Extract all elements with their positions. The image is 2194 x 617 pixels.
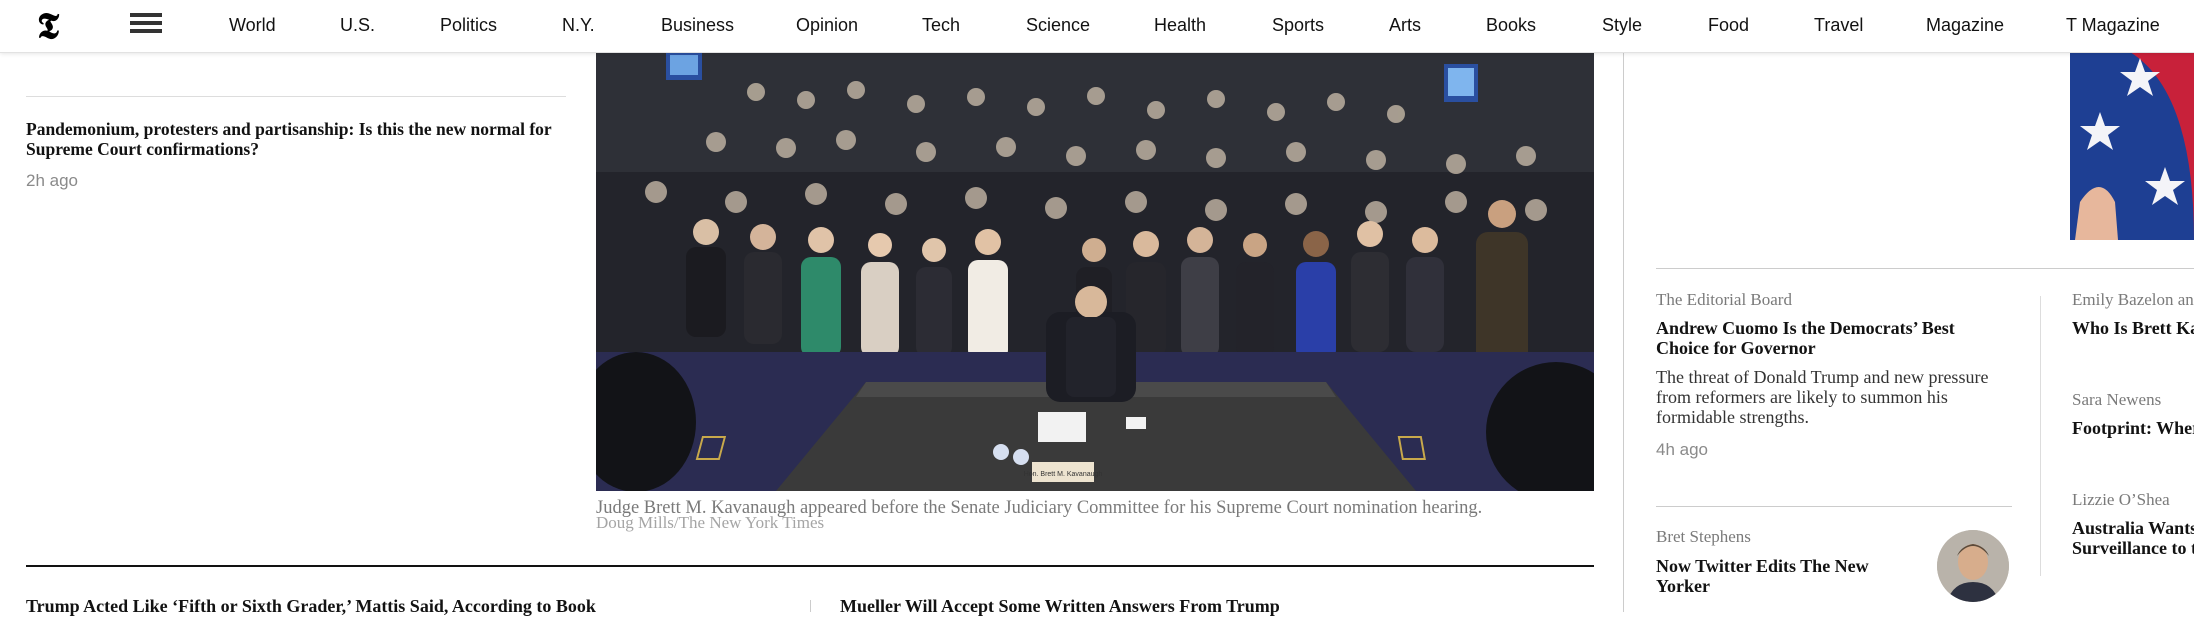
hamburger-menu-icon[interactable]	[130, 13, 162, 37]
nav-item-magazine[interactable]: Magazine	[1926, 13, 2004, 37]
nav-item-sports[interactable]: Sports	[1272, 13, 1324, 37]
opinion-headline-line2[interactable]: Surveillance to t	[2072, 538, 2194, 558]
nav-item-arts[interactable]: Arts	[1389, 13, 1421, 37]
nav-item-style[interactable]: Style	[1602, 13, 1642, 37]
opinion-timestamp: 4h ago	[1656, 440, 1708, 459]
nav-item-world[interactable]: World	[229, 13, 276, 37]
opinion-author[interactable]: Sara Newens	[2072, 390, 2161, 410]
witness-nameplate: Hon. Brett M. Kavanaugh	[1024, 471, 1103, 478]
nav-item-us[interactable]: U.S.	[340, 13, 375, 37]
bottom-story-divider	[810, 600, 811, 612]
nyt-logo[interactable]: 𝕿	[30, 6, 66, 46]
opinion-headline[interactable]: Andrew Cuomo Is the Democrats’ Best Choi…	[1656, 318, 2006, 358]
opinion-headline[interactable]: Footprint: Wher	[2072, 418, 2194, 438]
opinion-summary: The threat of Donald Trump and new press…	[1656, 367, 1989, 427]
nav-item-health[interactable]: Health	[1154, 13, 1206, 37]
author-avatar[interactable]	[1937, 530, 2009, 602]
opinion-headline[interactable]: Who Is Brett Kav	[2072, 318, 2194, 338]
section-divider	[26, 565, 1594, 567]
nav-item-politics[interactable]: Politics	[440, 13, 497, 37]
nav-item-travel[interactable]: Travel	[1814, 13, 1863, 37]
bottom-story-headline[interactable]: Trump Acted Like ‘Fifth or Sixth Grader,…	[26, 596, 596, 617]
opinion-promo-image[interactable]	[2070, 52, 2194, 240]
top-navigation-bar: 𝕿 World U.S. Politics N.Y. Business Opin…	[0, 0, 2194, 53]
hero-photo[interactable]: Hon. Brett M. Kavanaugh	[596, 52, 1594, 491]
nav-item-tech[interactable]: Tech	[922, 13, 960, 37]
bottom-story-headline[interactable]: Mueller Will Accept Some Written Answers…	[840, 596, 1280, 617]
opinion-column-divider	[2040, 296, 2041, 576]
opinion-author[interactable]: Bret Stephens	[1656, 527, 1751, 547]
nav-item-food[interactable]: Food	[1708, 13, 1749, 37]
nav-item-science[interactable]: Science	[1026, 13, 1090, 37]
nav-item-opinion[interactable]: Opinion	[796, 13, 858, 37]
opinion-headline[interactable]: Now Twitter Edits The New Yorker	[1656, 556, 1886, 596]
opinion-author[interactable]: Emily Bazelon an	[2072, 290, 2194, 310]
opinion-divider	[1656, 268, 2194, 269]
opinion-author[interactable]: The Editorial Board	[1656, 290, 1792, 310]
opinion-item-divider	[1656, 506, 2012, 507]
story-divider	[26, 96, 566, 97]
opinion-headline[interactable]: Australia Wants	[2072, 518, 2194, 538]
photo-credit: Doug Mills/The New York Times	[596, 513, 825, 532]
story-timestamp: 2h ago	[26, 171, 78, 190]
nav-item-ny[interactable]: N.Y.	[562, 13, 595, 37]
nav-item-business[interactable]: Business	[661, 13, 734, 37]
nav-item-books[interactable]: Books	[1486, 13, 1536, 37]
opinion-author[interactable]: Lizzie O’Shea	[2072, 490, 2170, 510]
nav-item-t-magazine[interactable]: T Magazine	[2066, 13, 2160, 37]
column-divider	[1623, 52, 1624, 612]
story-headline[interactable]: Pandemonium, protesters and partisanship…	[26, 119, 571, 159]
